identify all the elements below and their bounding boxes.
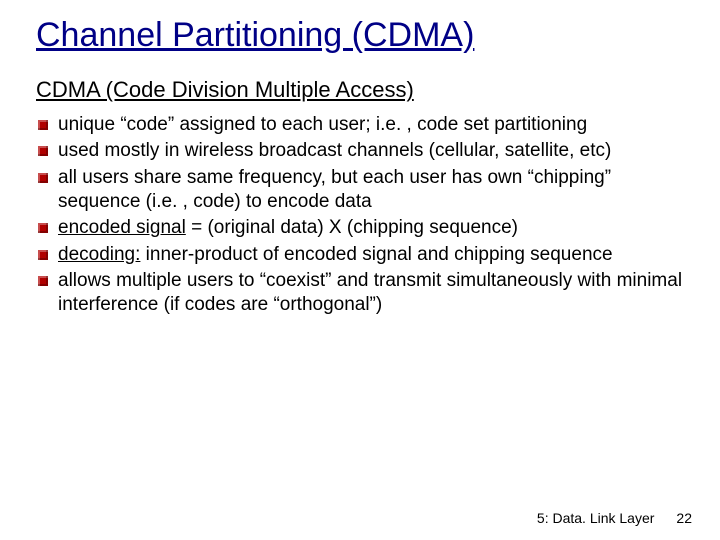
- bullet-underline: encoded signal: [58, 217, 186, 238]
- footer: 5: Data. Link Layer 22: [537, 510, 692, 526]
- list-item: used mostly in wireless broadcast channe…: [36, 139, 688, 163]
- bullet-text: all users share same frequency, but each…: [58, 167, 611, 212]
- bullet-text: unique “code” assigned to each user; i.e…: [58, 114, 587, 135]
- bullet-text: allows multiple users to “coexist” and t…: [58, 270, 682, 315]
- bullet-text: = (original data) X (chipping sequence): [186, 217, 518, 238]
- list-item: encoded signal = (original data) X (chip…: [36, 216, 688, 240]
- bullet-text: inner-product of encoded signal and chip…: [140, 244, 612, 265]
- page-number: 22: [676, 510, 692, 526]
- list-item: all users share same frequency, but each…: [36, 166, 688, 215]
- slide-subtitle: CDMA (Code Division Multiple Access): [36, 77, 688, 103]
- footer-text: 5: Data. Link Layer: [537, 510, 655, 526]
- slide-title: Channel Partitioning (CDMA): [36, 16, 688, 55]
- bullet-underline: decoding:: [58, 244, 140, 265]
- list-item: allows multiple users to “coexist” and t…: [36, 269, 688, 318]
- bullet-list: unique “code” assigned to each user; i.e…: [36, 113, 688, 318]
- list-item: unique “code” assigned to each user; i.e…: [36, 113, 688, 137]
- slide: Channel Partitioning (CDMA) CDMA (Code D…: [0, 0, 720, 540]
- list-item: decoding: inner-product of encoded signa…: [36, 243, 688, 267]
- bullet-text: used mostly in wireless broadcast channe…: [58, 140, 611, 161]
